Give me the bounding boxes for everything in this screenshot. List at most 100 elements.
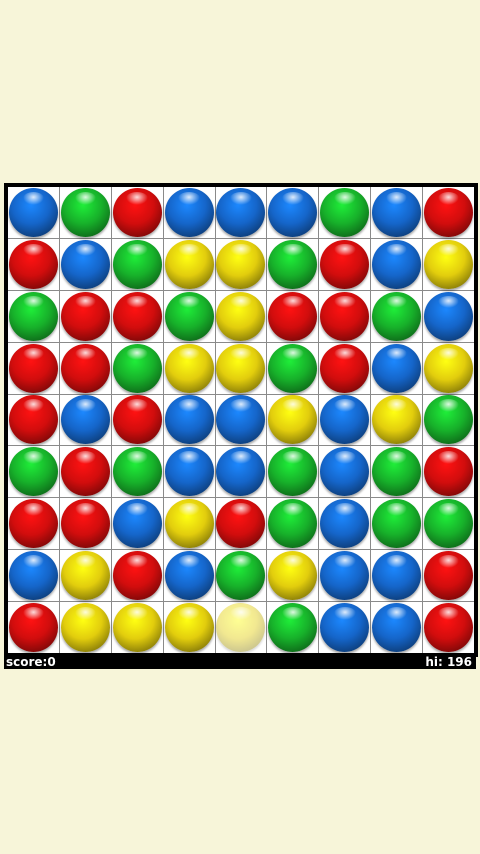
board-cell[interactable] (423, 238, 474, 290)
yellow-ball[interactable] (216, 291, 266, 341)
yellow-ball[interactable] (60, 603, 110, 653)
board-cell[interactable] (111, 342, 163, 394)
board-cell[interactable] (371, 550, 423, 602)
yellow-ball[interactable] (268, 395, 318, 445)
red-ball[interactable] (320, 343, 370, 393)
green-ball[interactable] (216, 551, 266, 601)
board-cell[interactable] (267, 342, 319, 394)
yellow-ball[interactable] (60, 551, 110, 601)
green-ball[interactable] (372, 447, 422, 497)
board-cell[interactable] (371, 238, 423, 290)
blue-ball[interactable] (8, 551, 58, 601)
yellow-ball[interactable] (164, 499, 214, 549)
board-cell[interactable] (371, 290, 423, 342)
board-cell[interactable] (8, 394, 59, 446)
board-cell[interactable] (215, 602, 267, 653)
board-cell[interactable] (163, 187, 215, 238)
green-ball[interactable] (424, 499, 474, 549)
blue-ball[interactable] (320, 551, 370, 601)
red-ball[interactable] (112, 187, 162, 237)
board-cell[interactable] (423, 290, 474, 342)
board-cell[interactable] (267, 602, 319, 653)
green-ball[interactable] (112, 447, 162, 497)
blue-ball[interactable] (216, 447, 266, 497)
board-cell[interactable] (163, 342, 215, 394)
blue-ball[interactable] (268, 187, 318, 237)
board-cell[interactable] (319, 394, 371, 446)
green-ball[interactable] (268, 603, 318, 653)
blue-ball[interactable] (60, 395, 110, 445)
board-cell[interactable] (267, 394, 319, 446)
red-ball[interactable] (112, 395, 162, 445)
blue-ball[interactable] (372, 603, 422, 653)
board-cell[interactable] (59, 602, 111, 653)
board-cell[interactable] (59, 394, 111, 446)
board-cell[interactable] (111, 498, 163, 550)
board-cell[interactable] (267, 238, 319, 290)
green-ball[interactable] (164, 291, 214, 341)
red-ball[interactable] (8, 395, 58, 445)
board-cell[interactable] (267, 498, 319, 550)
board-cell[interactable] (371, 394, 423, 446)
red-ball[interactable] (216, 499, 266, 549)
green-ball[interactable] (112, 343, 162, 393)
board-cell[interactable] (8, 187, 59, 238)
board-cell[interactable] (319, 498, 371, 550)
blue-ball[interactable] (216, 395, 266, 445)
board-cell[interactable] (111, 550, 163, 602)
red-ball[interactable] (8, 603, 58, 653)
board-cell[interactable] (215, 342, 267, 394)
blue-ball[interactable] (164, 447, 214, 497)
yellow-ball[interactable] (424, 239, 474, 289)
green-ball[interactable] (268, 343, 318, 393)
board-cell[interactable] (423, 187, 474, 238)
yellow-ball[interactable] (164, 343, 214, 393)
board-cell[interactable] (163, 498, 215, 550)
board-cell[interactable] (163, 290, 215, 342)
yellow-ball[interactable] (372, 395, 422, 445)
board-cell[interactable] (371, 187, 423, 238)
board-cell[interactable] (423, 498, 474, 550)
board-cell[interactable] (59, 498, 111, 550)
red-ball[interactable] (8, 239, 58, 289)
board-cell[interactable] (267, 446, 319, 498)
red-ball[interactable] (8, 343, 58, 393)
board-cell[interactable] (423, 602, 474, 653)
yellow-ball[interactable] (216, 239, 266, 289)
green-ball[interactable] (320, 187, 370, 237)
blue-ball[interactable] (320, 447, 370, 497)
green-ball[interactable] (372, 291, 422, 341)
board-cell[interactable] (8, 550, 59, 602)
green-ball[interactable] (268, 447, 318, 497)
red-ball[interactable] (320, 291, 370, 341)
board-cell[interactable] (319, 550, 371, 602)
board-cell[interactable] (215, 187, 267, 238)
board-cell[interactable] (8, 342, 59, 394)
board-cell[interactable] (59, 342, 111, 394)
board-cell[interactable] (423, 394, 474, 446)
red-ball[interactable] (268, 291, 318, 341)
yellow-ball[interactable] (164, 239, 214, 289)
board-cell[interactable] (319, 602, 371, 653)
board-cell[interactable] (111, 602, 163, 653)
board-cell[interactable] (111, 394, 163, 446)
board-cell[interactable] (267, 550, 319, 602)
green-ball[interactable] (424, 395, 474, 445)
board-cell[interactable] (215, 498, 267, 550)
green-ball[interactable] (112, 239, 162, 289)
board-cell[interactable] (59, 446, 111, 498)
green-ball[interactable] (268, 239, 318, 289)
green-ball[interactable] (372, 499, 422, 549)
board-cell[interactable] (59, 550, 111, 602)
blue-ball[interactable] (372, 187, 422, 237)
board-cell[interactable] (215, 238, 267, 290)
green-ball[interactable] (60, 187, 110, 237)
board-cell[interactable] (163, 446, 215, 498)
board-cell[interactable] (8, 238, 59, 290)
red-ball[interactable] (60, 291, 110, 341)
red-ball[interactable] (60, 447, 110, 497)
red-ball[interactable] (424, 187, 474, 237)
board-cell[interactable] (215, 446, 267, 498)
board-cell[interactable] (267, 290, 319, 342)
board-cell[interactable] (111, 290, 163, 342)
